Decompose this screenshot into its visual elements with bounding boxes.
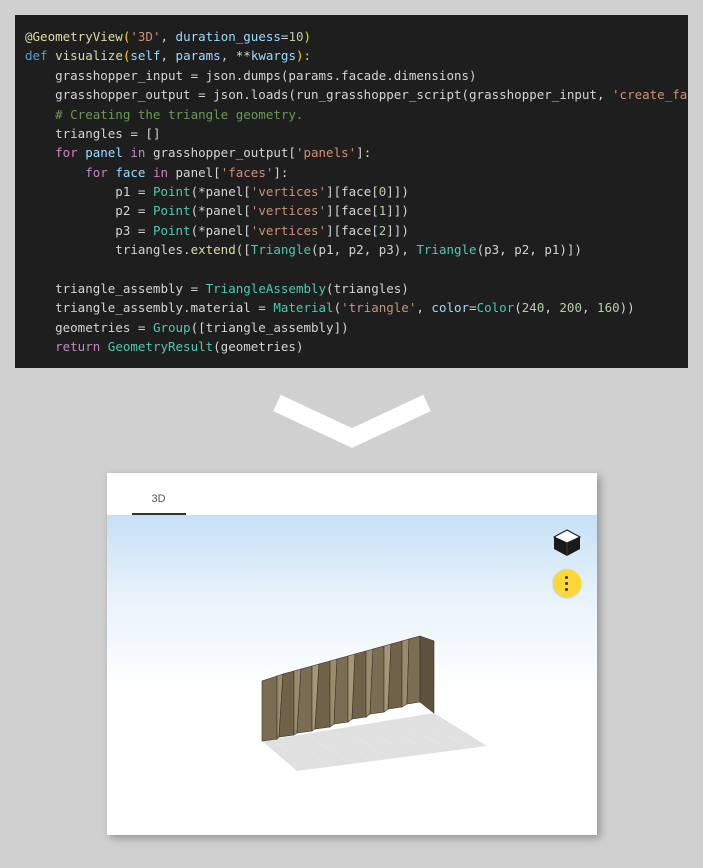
viewer-tabs: 3D	[107, 473, 597, 515]
arrow-separator	[15, 393, 688, 453]
more-options-button[interactable]	[553, 569, 581, 597]
decorator: @GeometryView	[25, 29, 123, 44]
facade-geometry	[202, 611, 502, 791]
tab-3d[interactable]: 3D	[132, 485, 186, 515]
code-editor: @GeometryView('3D', duration_guess=10) d…	[15, 15, 688, 368]
viewer-canvas[interactable]	[107, 515, 597, 835]
view-cube-icon[interactable]	[551, 527, 583, 559]
chevron-down-icon	[267, 393, 437, 453]
geometry-viewer-card: 3D	[107, 473, 597, 835]
